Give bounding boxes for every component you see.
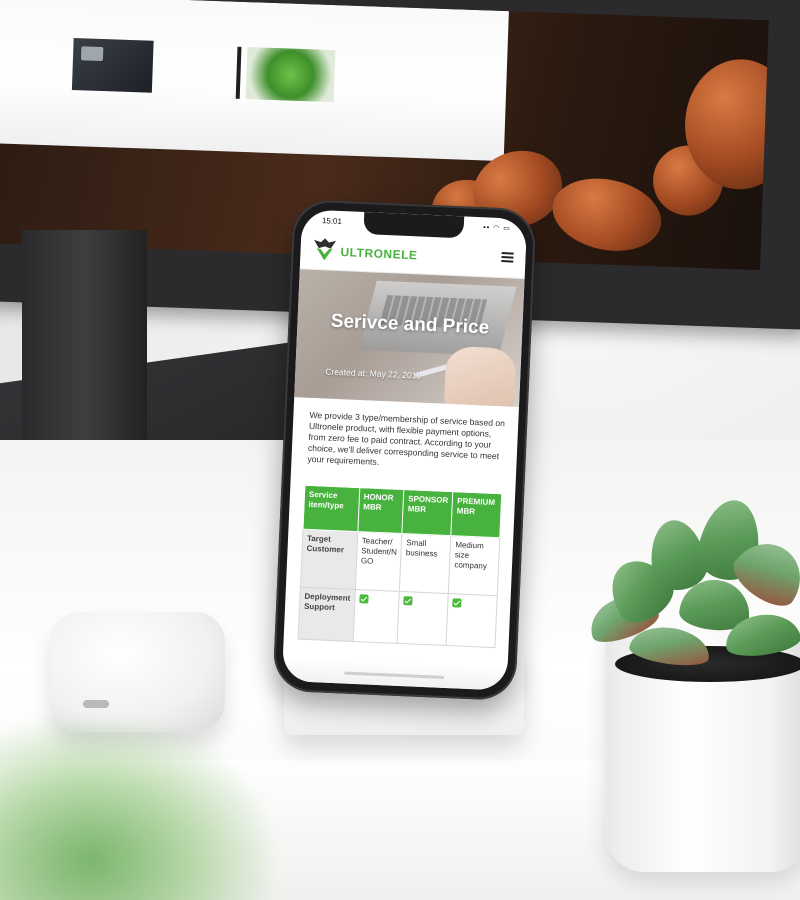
signal-wifi-battery-icon: ▪▪ ◠ ▭ — [483, 224, 511, 233]
hamburger-menu-icon[interactable] — [501, 252, 514, 263]
check-icon — [452, 598, 462, 608]
table-row: Target Customer Teacher/ Student/N GO Sm… — [300, 529, 500, 596]
truffle-shape — [545, 169, 668, 261]
menu-line — [501, 252, 514, 255]
table-cell — [397, 591, 449, 646]
brand-name[interactable]: ULTRONELE — [340, 245, 417, 262]
table-row: Deployment Support — [298, 587, 498, 648]
table-header-cell: HONOR MBR — [357, 487, 405, 534]
monitor-divider — [235, 46, 242, 99]
table-cell: Small business — [399, 533, 452, 594]
phone-screen: 15:01 ▪▪ ◠ ▭ ULTRONELE Serivce and Price… — [281, 209, 528, 691]
table-cell: Medium size company — [448, 535, 500, 596]
menu-line — [501, 256, 514, 259]
monitor-thumbnail-plant — [245, 47, 336, 103]
check-icon — [359, 594, 369, 604]
table-header-cell: Service item/type — [302, 485, 360, 532]
monitor-stand — [22, 230, 147, 440]
table-cell — [446, 593, 498, 648]
monitor-webpage-area — [0, 0, 509, 162]
intro-paragraph: We provide 3 type/membership of service … — [307, 409, 506, 467]
airpods-case — [50, 612, 225, 732]
blurred-foreground-plant — [0, 720, 270, 900]
menu-line — [501, 260, 514, 263]
table-cell: Teacher/ Student/N GO — [355, 531, 403, 592]
hero-banner: Serivce and Price Created at: May 22, 20… — [294, 269, 525, 407]
created-date: Created at: May 22, 2019 — [325, 366, 422, 381]
desk-scene-photo: 15:01 ▪▪ ◠ ▭ ULTRONELE Serivce and Price… — [0, 0, 800, 900]
monitor-thumbnail-dark — [71, 38, 154, 93]
service-price-table: Service item/type HONOR MBR SPONSOR MBR … — [298, 485, 503, 648]
phone-notch — [363, 212, 465, 239]
table-cell — [352, 589, 400, 644]
hero-hand-image — [443, 345, 517, 407]
check-icon — [403, 596, 413, 606]
smartphone: 15:01 ▪▪ ◠ ▭ ULTRONELE Serivce and Price… — [272, 198, 537, 702]
table-header-cell: SPONSOR MBR — [402, 489, 454, 536]
ultronele-wing-logo-icon[interactable] — [312, 236, 337, 263]
row-label: Target Customer — [300, 529, 358, 590]
status-time: 15:01 — [321, 216, 343, 227]
row-label: Deployment Support — [298, 587, 356, 642]
table-header-cell: PREMIUM MBR — [451, 491, 502, 538]
